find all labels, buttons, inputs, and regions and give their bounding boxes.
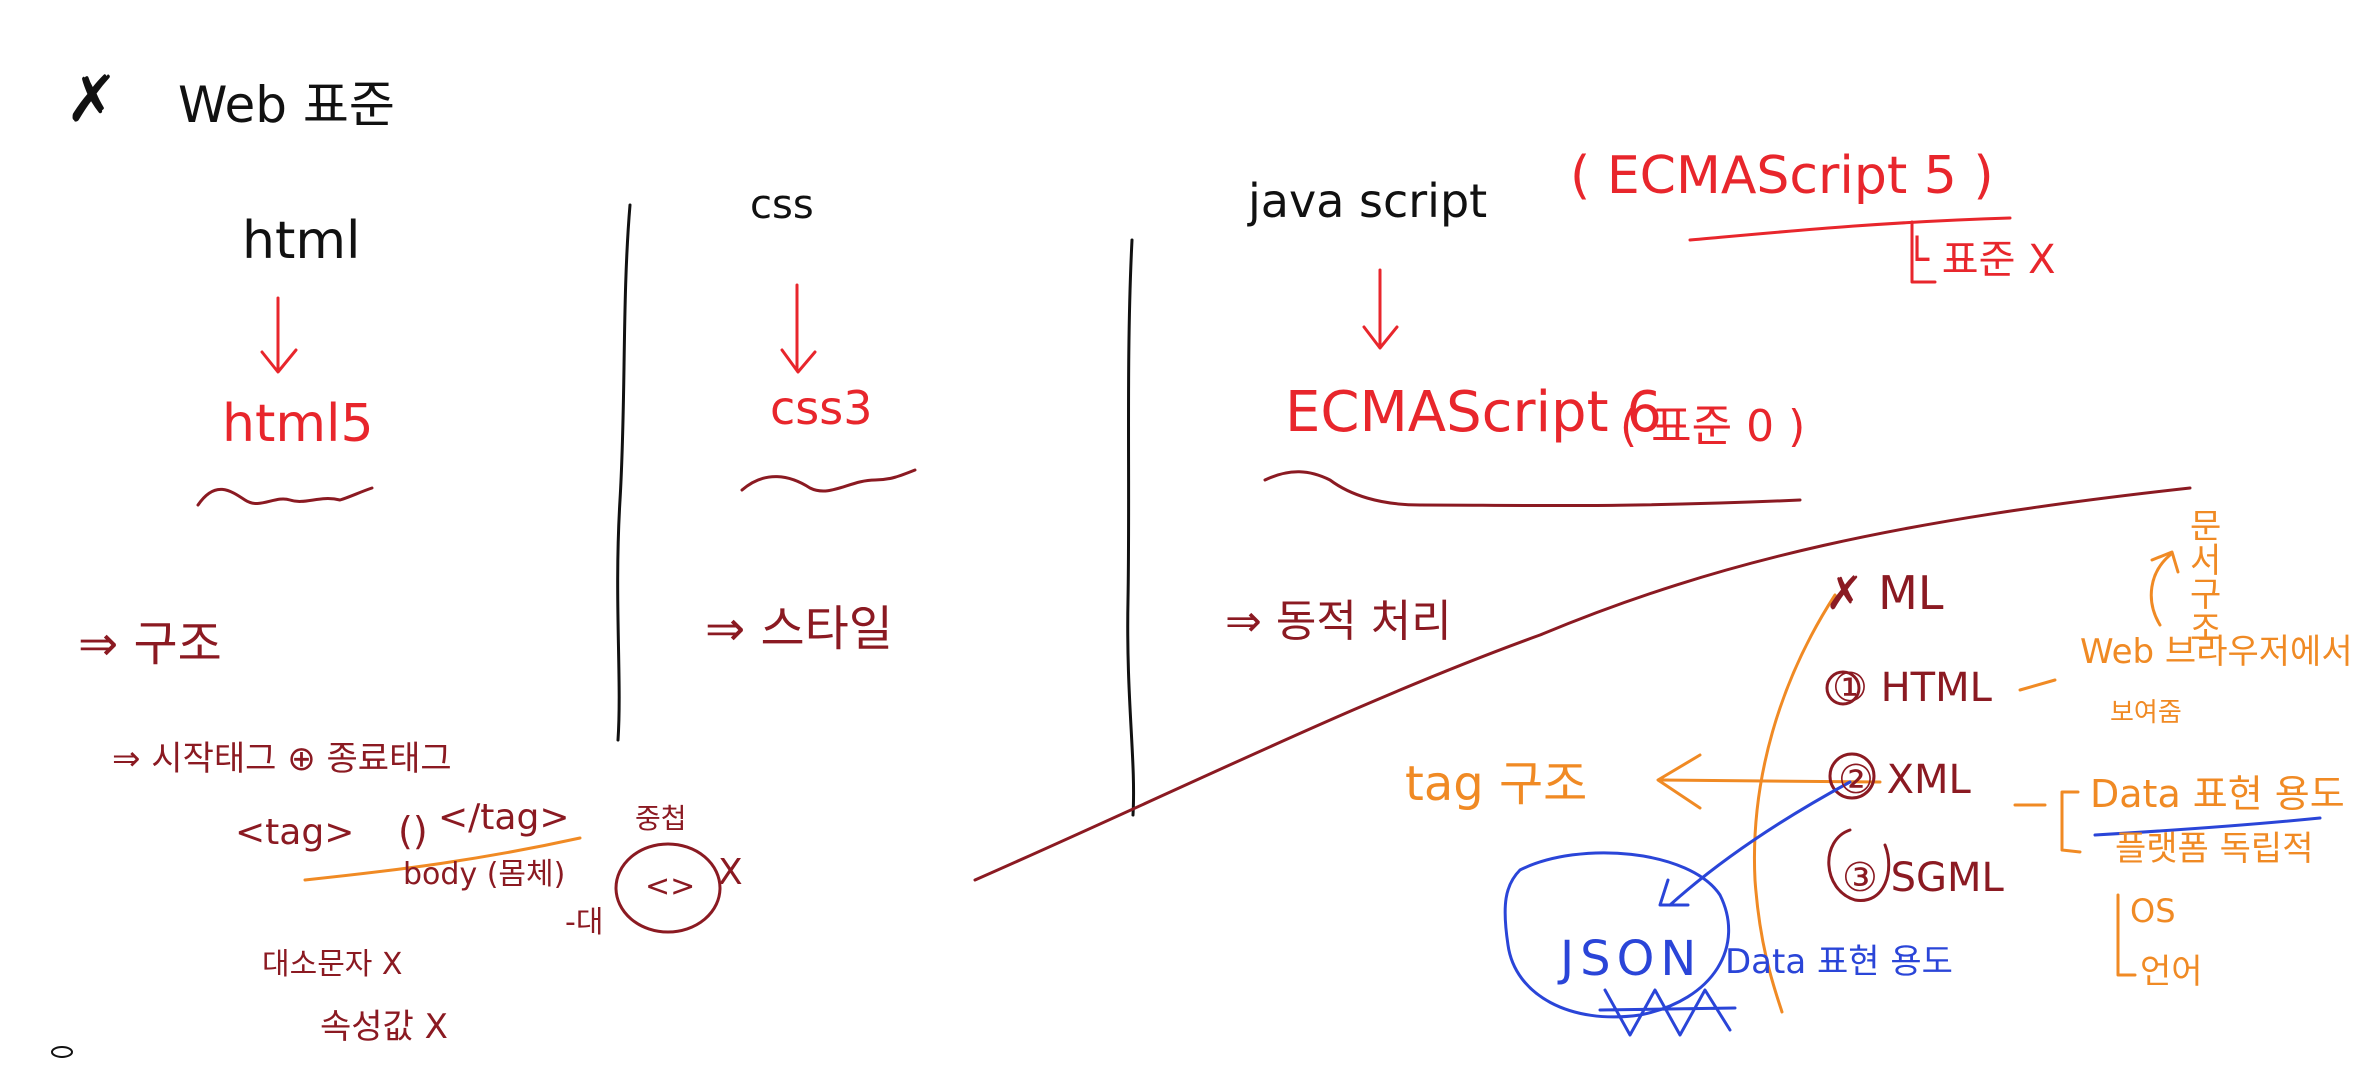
squiggle-underline — [740, 468, 917, 493]
bracket-mark — [2060, 790, 2082, 854]
squiggle-underline — [196, 486, 374, 507]
js-title: java script — [1248, 174, 1488, 228]
html-rule: ⇒ 시작태그 ⊕ 종료태그 — [112, 739, 452, 779]
header-mark: ✗ — [65, 63, 119, 137]
js-version-note: ( 표준 0 ) — [1620, 401, 1806, 452]
tag-content-example: () — [398, 809, 428, 853]
platform-language: 언어 — [2140, 952, 2203, 992]
ml-heading: ✗ ML — [1825, 566, 1944, 620]
html-title: html — [242, 211, 361, 271]
js-legacy-note: └ 표준 X — [1905, 237, 2056, 283]
nesting-label: 중첩 — [635, 802, 687, 835]
stray-mark — [51, 1046, 73, 1058]
body-note: body (몸체) — [403, 857, 566, 892]
js-version: ECMAScript 6 — [1285, 380, 1662, 445]
ml-item-xml: ② XML — [1838, 757, 1971, 803]
nesting-x-mark: X — [718, 852, 743, 893]
xml-subnote: 플랫폼 독립적 — [2115, 829, 2314, 869]
whiteboard: ✗ Web 표준 html html5 ⇒ 구조 ⇒ 시작태그 ⊕ 종료태그 <… — [0, 0, 2372, 1070]
tag-open-example: <tag> — [235, 812, 355, 853]
note-case-insensitive: 대소문자 X — [262, 947, 403, 982]
tag-structure-label: tag 구조 — [1405, 756, 1588, 812]
xml-note: Data 표현 용도 — [2090, 772, 2345, 816]
html-note: Web 브라우저에서 — [2080, 632, 2353, 672]
html-role: ⇒ 구조 — [78, 616, 222, 672]
tag-close-example: </tag> — [438, 797, 570, 838]
ml-item-sgml: ③ SGML — [1842, 855, 2004, 901]
divider-line-right — [1126, 238, 1136, 817]
squiggle-underline — [1263, 470, 1802, 508]
blue-connector-arrow — [1668, 780, 1852, 907]
ml-item-html: ① HTML — [1832, 665, 1992, 711]
connector-line — [2018, 678, 2057, 692]
js-role: ⇒ 동적 처리 — [1225, 596, 1452, 647]
down-arrow-icon — [260, 296, 298, 374]
down-arrow-icon — [1362, 268, 1399, 350]
divider-line-left — [616, 203, 632, 742]
up-arrow-icon — [2149, 550, 2180, 627]
js-legacy-standard: ( ECMAScript 5 ) — [1570, 146, 1994, 206]
section-diagonal-line — [973, 486, 2192, 882]
html-version: html5 — [222, 394, 374, 454]
page-title: Web 표준 — [178, 76, 395, 134]
json-note: Data 표현 용도 — [1725, 942, 1953, 982]
platform-os: OS — [2130, 892, 2176, 930]
note-attribute: 속성값 X — [320, 1007, 448, 1047]
json-label: JSON — [1560, 931, 1703, 987]
css-title: css — [750, 182, 814, 228]
side-mark: -대 — [565, 905, 604, 940]
whiteboard-strokes — [51, 203, 2322, 1058]
css-version: css3 — [770, 381, 873, 435]
doc-structure-label: 문서 구조 — [2190, 507, 2222, 649]
nesting-circle-text: <> — [645, 869, 696, 904]
down-arrow-icon — [780, 283, 817, 374]
html-subnote: 보여줌 — [2110, 698, 2182, 728]
scribble-mark — [1598, 988, 1737, 1037]
css-role: ⇒ 스타일 — [705, 601, 893, 657]
